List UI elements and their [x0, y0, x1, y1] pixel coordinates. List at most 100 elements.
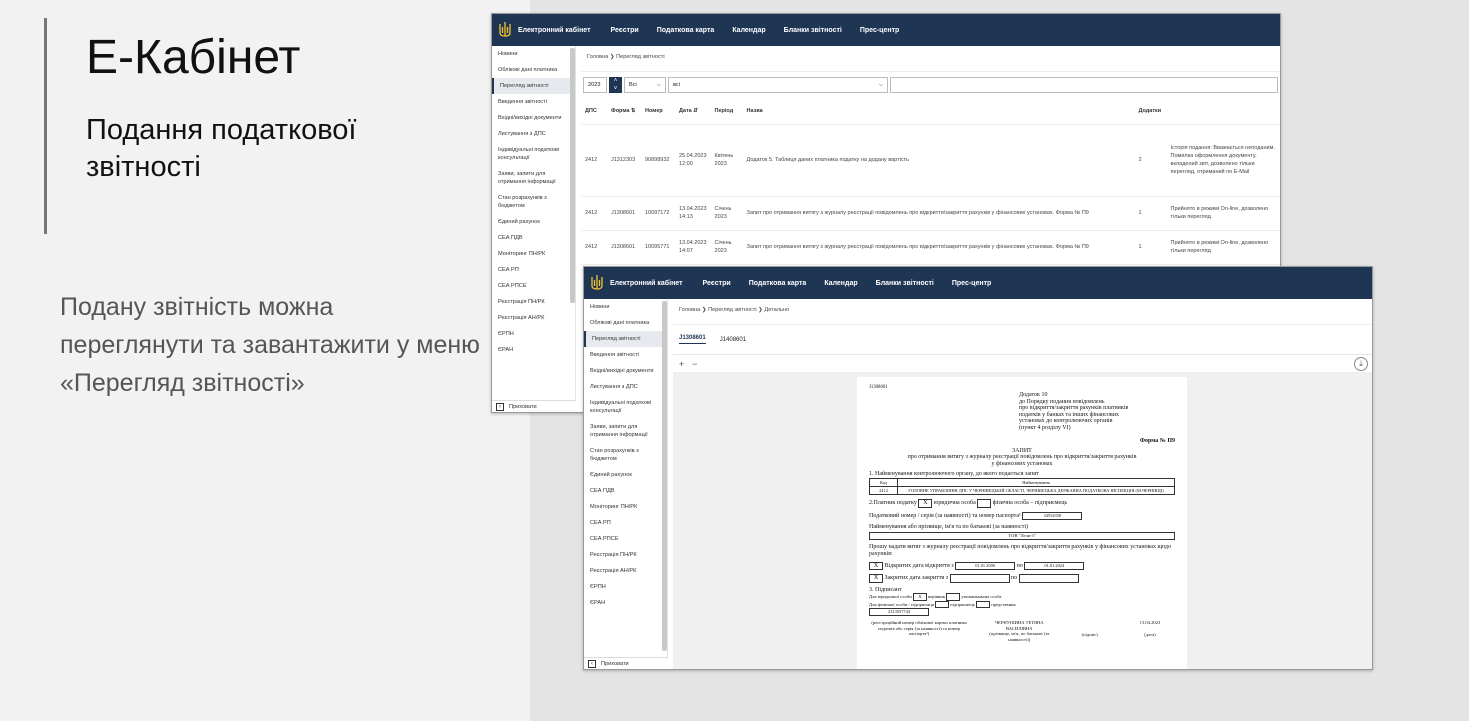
sidebar-item[interactable]: ЄРПН: [584, 579, 667, 595]
zoom-out-button[interactable]: −: [692, 359, 697, 369]
nav-tax-map[interactable]: Податкова карта: [749, 280, 807, 287]
trident-icon[interactable]: [590, 274, 604, 292]
nav-report-forms[interactable]: Бланки звітності: [876, 280, 934, 287]
sidebar-item[interactable]: Реєстрація АН/РК: [492, 310, 575, 326]
cell-attachments: 2: [1134, 124, 1167, 197]
col-form[interactable]: Форма ⇅: [607, 98, 641, 125]
cell-date: 13.04.2023 14:13: [675, 196, 711, 231]
sidebar-item[interactable]: Моніторинг ПН/РК: [492, 246, 575, 262]
cell-title: Додаток 5. Таблиця даних платника податк…: [742, 124, 1135, 197]
signature-caption: (підпис): [1081, 632, 1098, 638]
sidebar-item[interactable]: Заяви, запити для отримання інформації: [492, 166, 575, 190]
sidebar-item[interactable]: СЕА РП: [584, 515, 667, 531]
doc-closed-row: X Закритих дата закриття з по: [869, 574, 1175, 583]
doc-request-text: Прошу надати витяг з журналу реєстрації …: [869, 544, 1171, 557]
cell-date: 13.04.2023 14:07: [675, 230, 711, 265]
trident-icon[interactable]: [498, 21, 512, 39]
sidebar-item[interactable]: Листування з ДПС: [492, 126, 575, 142]
breadcrumb-reports[interactable]: Перегляд звітності: [708, 307, 757, 313]
sidebar-item[interactable]: Новини: [584, 299, 667, 315]
signer-name: ЧЕРНУШИНА ТЕТЯНА ВАСИЛІВНА: [995, 620, 1044, 631]
sidebar-item[interactable]: Вхідні/вихідні документи: [584, 363, 667, 379]
authorized-checkbox: [946, 593, 961, 601]
sidebar-item[interactable]: Вхідні/вихідні документи: [492, 110, 575, 126]
nav-calendar[interactable]: Календар: [824, 280, 857, 287]
table-row[interactable]: 2412 J1308601 10095771 13.04.2023 14:07 …: [581, 230, 1280, 265]
doc-opened-row: X Відкритих дата відкриття з 01.01.2000 …: [869, 561, 1175, 571]
sidebar-item[interactable]: СЕА РПСЕ: [492, 278, 575, 294]
zoom-in-button[interactable]: +: [679, 359, 684, 369]
annex-line: установах до контролюючих органів: [1019, 418, 1113, 425]
annex-line: до Порядку подання повідомлень: [1019, 398, 1105, 405]
tab-j1308601[interactable]: J1308601: [679, 335, 706, 344]
cell-period: Січень 2023: [710, 196, 743, 231]
sidebar-item[interactable]: Єдиний рахунок: [492, 214, 575, 230]
table-row[interactable]: 2412 J1312303 90898932 25.04.2023 12:00 …: [581, 124, 1280, 197]
sidebar-scrollbar[interactable]: [570, 48, 575, 303]
sidebar-item[interactable]: Індивідуальні податкові консультації: [584, 395, 667, 419]
doc-signer-individual: Для фізичної особи - підприємця підприєм…: [869, 600, 1175, 609]
sidebar-item[interactable]: Єдиний рахунок: [584, 467, 667, 483]
type-select[interactable]: Всі ⌵: [624, 77, 666, 93]
annex-line: Додаток 10: [1019, 392, 1048, 398]
nav-press-center[interactable]: Прес-центр: [860, 27, 899, 34]
nav-calendar[interactable]: Календар: [732, 27, 765, 34]
sidebar-scrollbar[interactable]: [662, 301, 667, 651]
sidebar-item[interactable]: Листування з ДПС: [584, 379, 667, 395]
sidebar-item[interactable]: ЄРПН: [492, 326, 575, 342]
sidebar-item[interactable]: Стан розрахунків з бюджетом: [584, 443, 667, 467]
breadcrumb: Головна ❯ Перегляд звітності ❯ Детально: [673, 299, 1372, 325]
sidebar-item[interactable]: Перегляд звітності: [492, 78, 575, 94]
search-filter-input[interactable]: [890, 77, 1278, 93]
sidebar-item[interactable]: Введення звітності: [492, 94, 575, 110]
document-viewer[interactable]: J1308601 Додаток 10 до Порядку подання п…: [673, 373, 1372, 669]
role-head: керівник: [928, 594, 946, 600]
collapse-sidebar-button[interactable]: ‹ Приховати: [492, 400, 576, 412]
collapse-sidebar-button[interactable]: ‹ Приховати: [584, 657, 668, 669]
download-icon[interactable]: ⤓: [1354, 357, 1368, 371]
sidebar-item[interactable]: Моніторинг ПН/РК: [584, 499, 667, 515]
breadcrumb-home[interactable]: Головна: [679, 307, 700, 313]
sidebar-item[interactable]: Новини: [492, 46, 575, 62]
sidebar-item[interactable]: Перегляд звітності: [584, 331, 667, 347]
brand-link[interactable]: Електронний кабінет: [610, 280, 683, 287]
year-input[interactable]: 2023: [583, 77, 607, 93]
sidebar-item[interactable]: СЕА ПДВ: [584, 483, 667, 499]
sidebar-item[interactable]: СЕА ПДВ: [492, 230, 575, 246]
sidebar-item[interactable]: Реєстрація ПН/РК: [492, 294, 575, 310]
heading-line: про отримання витягу з журналу реєстраці…: [907, 454, 1137, 461]
nav-report-forms[interactable]: Бланки звітності: [784, 27, 842, 34]
sidebar-item[interactable]: Облікові дані платника: [584, 315, 667, 331]
opened-from: 01.01.2000: [955, 561, 1016, 571]
sidebar-item[interactable]: ЄРАН: [492, 342, 575, 358]
col-date[interactable]: Дата ⇵: [675, 98, 711, 125]
nav-registries[interactable]: Реєстри: [611, 27, 639, 34]
collapse-label: Приховати: [509, 403, 537, 410]
accent-bar: [44, 18, 47, 234]
sidebar-item[interactable]: Індивідуальні податкові консультації: [492, 142, 575, 166]
signer-reg-caption: (реєстраційний номер облікової картки пл…: [871, 620, 967, 637]
nav-registries[interactable]: Реєстри: [703, 280, 731, 287]
sidebar-item[interactable]: Реєстрація АН/РК: [584, 563, 667, 579]
col-dps: ДПС: [581, 98, 607, 125]
year-stepper[interactable]: ˄ ˅: [609, 77, 622, 93]
sidebar-item[interactable]: Облікові дані платника: [492, 62, 575, 78]
sidebar-item[interactable]: Реєстрація ПН/РК: [584, 547, 667, 563]
sign-date-caption: (дата): [1144, 631, 1156, 637]
sidebar-item[interactable]: Заяви, запити для отримання інформації: [584, 419, 667, 443]
sidebar-item[interactable]: Стан розрахунків з бюджетом: [492, 190, 575, 214]
authority-name: ГОЛОВНЕ УПРАВЛІННЯ ДПС У ЧЕРНІВЕЦЬКІЙ ОБ…: [897, 485, 1175, 495]
to-label: по: [1016, 562, 1023, 569]
sidebar-item[interactable]: Введення звітності: [584, 347, 667, 363]
sidebar-item[interactable]: СЕА РП: [492, 262, 575, 278]
sidebar-item[interactable]: ЄРАН: [584, 595, 667, 611]
period-select[interactable]: всі ⌵: [668, 77, 888, 93]
tab-j1408601[interactable]: J1408601: [720, 337, 746, 343]
table-row[interactable]: 2412 J1308601 10097172 13.04.2023 14:13 …: [581, 196, 1280, 231]
type-select-value: Всі: [629, 82, 637, 88]
sidebar-item[interactable]: СЕА РПСЕ: [584, 531, 667, 547]
brand-link[interactable]: Електронний кабінет: [518, 27, 591, 34]
nav-tax-map[interactable]: Податкова карта: [657, 27, 715, 34]
breadcrumb-home[interactable]: Головна: [587, 54, 608, 60]
nav-press-center[interactable]: Прес-центр: [952, 280, 991, 287]
